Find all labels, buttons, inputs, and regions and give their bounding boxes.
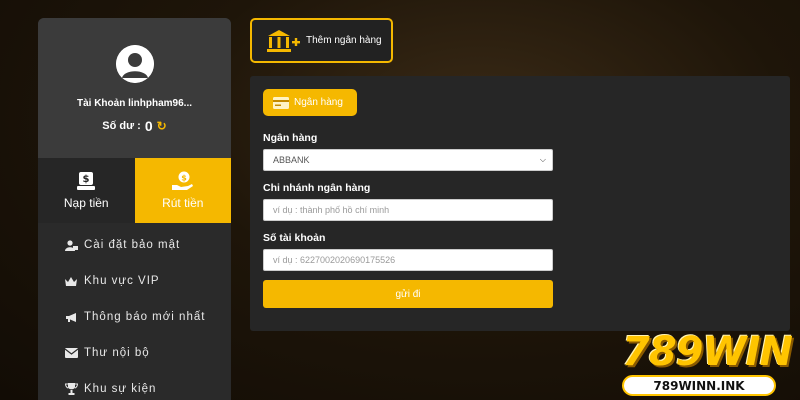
deposit-button[interactable]: $ Nạp tiền xyxy=(38,158,135,223)
sidebar-item-security[interactable]: Cài đặt bảo mật xyxy=(38,227,231,263)
account-number-input[interactable]: ví dụ : 6227002020690175526 xyxy=(263,249,553,271)
card-icon xyxy=(273,96,289,109)
tab-bank-label: Ngân hàng xyxy=(294,97,343,108)
megaphone-icon xyxy=(64,312,78,323)
crown-icon xyxy=(64,276,78,287)
profile-card: Tài Khoản linhpham96... Số dư : 0 ↻ xyxy=(38,18,231,158)
withdraw-label: Rút tiền xyxy=(162,196,204,210)
withdraw-icon: $ xyxy=(171,171,193,190)
branch-label: Chi nhánh ngân hàng xyxy=(263,182,371,194)
svg-text:$: $ xyxy=(181,174,187,183)
account-number-label: Số tài khoản xyxy=(263,232,326,244)
branch-input[interactable]: ví dụ : thành phố hồ chí minh xyxy=(263,199,553,221)
deposit-icon: $ xyxy=(77,172,96,190)
svg-text:$: $ xyxy=(83,174,90,185)
submit-label: gửi đi xyxy=(395,288,421,300)
account-sidebar: Tài Khoản linhpham96... Số dư : 0 ↻ $ Nạ… xyxy=(38,18,231,400)
wallet-actions: $ Nạp tiền $ Rút tiền xyxy=(38,158,231,223)
bank-label: Ngân hàng xyxy=(263,132,318,144)
trophy-icon xyxy=(64,383,78,395)
envelope-icon xyxy=(64,348,78,358)
bank-select[interactable]: ABBANK ⌵ xyxy=(263,149,553,171)
sidebar-menu: Cài đặt bảo mật Khu vực VIP Thông báo mớ… xyxy=(38,223,231,400)
balance-value: 0 xyxy=(144,118,153,134)
add-bank-label: Thêm ngân hàng xyxy=(306,35,382,46)
branch-placeholder: ví dụ : thành phố hồ chí minh xyxy=(273,205,390,215)
add-bank-button[interactable]: Thêm ngân hàng xyxy=(250,18,393,63)
user-lock-icon xyxy=(64,239,78,251)
refresh-icon[interactable]: ↻ xyxy=(157,119,167,133)
bank-plus-icon xyxy=(267,29,300,52)
sidebar-item-events[interactable]: Khu sự kiện xyxy=(38,371,231,400)
sidebar-item-label: Thông báo mới nhất xyxy=(84,311,206,323)
sidebar-item-vip[interactable]: Khu vực VIP xyxy=(38,263,231,299)
chevron-down-icon: ⌵ xyxy=(539,155,546,164)
withdraw-button[interactable]: $ Rút tiền xyxy=(134,158,231,223)
deposit-label: Nạp tiền xyxy=(63,196,109,210)
bank-form-panel: Ngân hàng Ngân hàng ABBANK ⌵ Chi nhánh n… xyxy=(250,76,790,331)
sidebar-item-label: Khu vực VIP xyxy=(84,275,160,287)
account-name: Tài Khoản linhpham96... xyxy=(76,98,192,109)
sidebar-item-label: Cài đặt bảo mật xyxy=(84,239,181,251)
tab-bank[interactable]: Ngân hàng xyxy=(263,89,357,116)
sidebar-item-notifications[interactable]: Thông báo mới nhất xyxy=(38,299,231,335)
balance: Số dư : 0 ↻ xyxy=(102,118,166,134)
brand-logo: 789WIN 789WINN.INK xyxy=(622,329,793,398)
logo-url-badge: 789WINN.INK xyxy=(622,375,776,396)
logo-wordmark: 789WIN xyxy=(622,329,793,375)
sidebar-item-label: Khu sự kiện xyxy=(84,383,157,395)
sidebar-item-inbox[interactable]: Thư nội bộ xyxy=(38,335,231,371)
sidebar-item-label: Thư nội bộ xyxy=(84,347,150,359)
submit-button[interactable]: gửi đi xyxy=(263,280,553,308)
avatar-icon[interactable] xyxy=(115,45,154,83)
bank-select-value: ABBANK xyxy=(273,155,310,165)
account-number-placeholder: ví dụ : 6227002020690175526 xyxy=(273,255,396,265)
balance-label: Số dư : xyxy=(102,120,141,132)
